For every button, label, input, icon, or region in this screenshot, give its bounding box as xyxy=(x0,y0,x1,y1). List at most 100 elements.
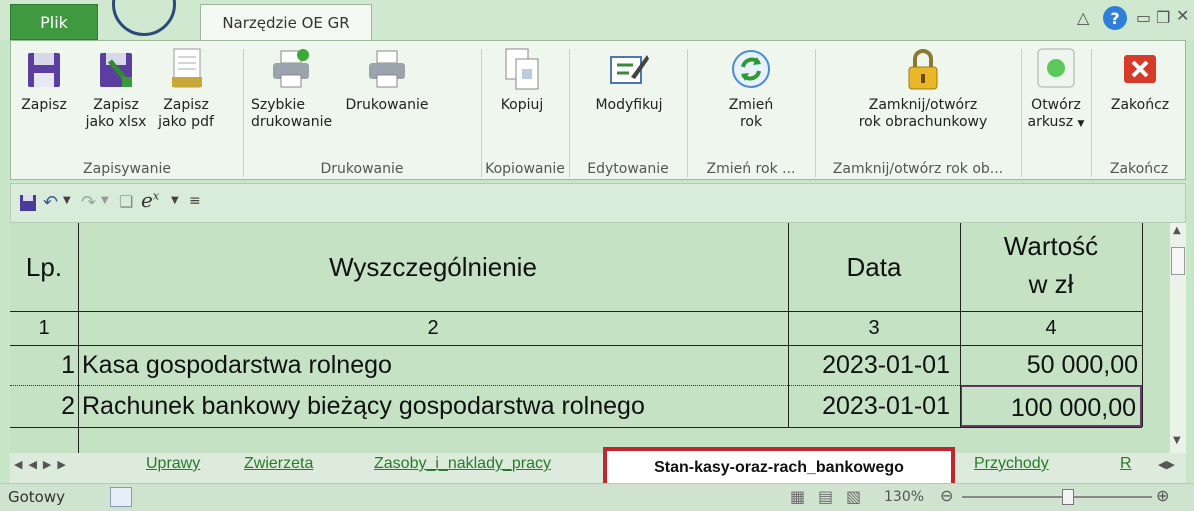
sheet-tab-uprawy[interactable]: Uprawy xyxy=(146,455,200,473)
ribbon-separator xyxy=(687,49,688,177)
copy-label: Kopiuj xyxy=(500,97,544,113)
open-sheet-button[interactable]: Otwórz arkusz ▼ xyxy=(1025,47,1087,133)
sheet-tab-przychody[interactable]: Przychody xyxy=(974,455,1049,473)
paste-format-icon[interactable]: ❏ xyxy=(119,192,133,211)
gridline xyxy=(10,345,1142,346)
refresh-icon xyxy=(731,47,771,91)
quick-print-icon xyxy=(271,47,311,91)
normal-view-icon[interactable]: ▦ xyxy=(790,487,805,506)
row2-description[interactable]: Rachunek bankowy bieżący gospodarstwa ro… xyxy=(78,385,788,427)
save-button[interactable]: Zapisz xyxy=(15,47,73,114)
header-date[interactable]: Data xyxy=(788,223,960,311)
worksheet-area[interactable]: Lp. Wyszczególnienie Data Wartość w zł 1… xyxy=(10,223,1170,453)
tab-scroll-icon[interactable]: ◀▶ xyxy=(1158,458,1175,471)
print-label: Drukowanie xyxy=(345,97,429,113)
vertical-scrollbar[interactable]: ▲ ▼ xyxy=(1170,223,1186,453)
sheet-tab-stan-kasy-label: Stan-kasy-oraz-rach_bankowego xyxy=(654,459,904,476)
zoom-level[interactable]: 130% xyxy=(884,489,924,505)
close-open-year-label: Zamknij/otwórz rok obrachunkowy xyxy=(858,97,988,130)
group-label-edytowanie: Edytowanie xyxy=(587,161,669,177)
group-label-zakoncz: Zakończ xyxy=(1109,161,1169,177)
dropdown-arrow-icon[interactable]: ▼ xyxy=(1078,119,1085,129)
edit-icon xyxy=(609,47,649,91)
header-lp[interactable]: Lp. xyxy=(10,223,78,311)
save-icon xyxy=(24,47,64,91)
colnum-3[interactable]: 3 xyxy=(788,311,960,345)
quick-print-button[interactable]: Szybkie drukowanie xyxy=(251,47,333,131)
sheet-tab-r[interactable]: R xyxy=(1120,455,1132,473)
save-pdf-button[interactable]: Zapisz jako pdf xyxy=(153,47,219,131)
gridline xyxy=(1142,223,1143,427)
row2-date[interactable]: 2023-01-01 xyxy=(788,385,960,427)
page-break-icon[interactable]: ▧ xyxy=(846,487,861,506)
scroll-down-icon[interactable]: ▼ xyxy=(1173,435,1181,446)
gridline xyxy=(788,223,789,427)
lock-icon xyxy=(903,47,943,91)
customize-qat-icon[interactable]: ≡ xyxy=(189,193,201,209)
ribbon-separator xyxy=(243,49,244,177)
gridline xyxy=(10,385,1142,386)
copy-button[interactable]: Kopiuj xyxy=(489,47,555,114)
save-pdf-label: Zapisz jako pdf xyxy=(158,97,214,130)
row1-description[interactable]: Kasa gospodarstwa rolnego xyxy=(78,345,788,385)
excel-window: Plik Narzędzie OE GR △ ? ▭ ❐ ✕ Zapisz Za… xyxy=(0,0,1194,511)
sheet-tab-zasoby[interactable]: Zasoby_i_naklady_pracy xyxy=(374,455,551,473)
zoom-in-icon[interactable]: ⊕ xyxy=(1156,486,1169,505)
zoom-slider-thumb[interactable] xyxy=(1062,489,1074,505)
ribbon-tab-row: Plik Narzędzie OE GR △ ? ▭ ❐ ✕ xyxy=(0,0,1194,41)
quick-access-toolbar: ↶ ▼ ↷ ▼ ❏ ex ▼ ≡ xyxy=(10,183,1186,223)
annotation-circle xyxy=(112,0,176,36)
row1-lp[interactable]: 1 xyxy=(10,345,78,385)
copy-icon xyxy=(502,47,542,91)
ribbon-separator xyxy=(481,49,482,177)
formula-dropdown-icon[interactable]: ▼ xyxy=(171,195,179,206)
close-red-icon xyxy=(1120,47,1160,91)
change-year-button[interactable]: Zmień rok xyxy=(701,47,801,131)
save-xlsx-button[interactable]: Zapisz jako xlsx xyxy=(83,47,149,131)
quick-print-label: Szybkie drukowanie xyxy=(251,97,333,130)
tab-file[interactable]: Plik xyxy=(10,4,98,40)
save-xlsx-icon xyxy=(96,47,136,91)
undo-icon[interactable]: ↶ xyxy=(43,192,58,213)
ribbon-minimize-icon[interactable]: △ xyxy=(1077,8,1089,27)
close-open-year-button[interactable]: Zamknij/otwórz rok obrachunkowy xyxy=(829,47,1017,131)
redo-icon: ↷ xyxy=(81,192,97,213)
print-button[interactable]: Drukowanie xyxy=(339,47,435,114)
page-layout-icon[interactable]: ▤ xyxy=(818,487,833,506)
window-minimize-icon[interactable]: ▭ xyxy=(1136,8,1151,27)
save-pdf-icon xyxy=(166,47,206,91)
qat-save-icon[interactable] xyxy=(19,194,37,212)
row1-value[interactable]: 50 000,00 xyxy=(960,345,1142,385)
colnum-1[interactable]: 1 xyxy=(10,311,78,345)
undo-dropdown-icon[interactable]: ▼ xyxy=(63,195,71,206)
macro-record-icon[interactable] xyxy=(110,487,132,507)
zoom-slider[interactable] xyxy=(962,496,1152,498)
save-button-label: Zapisz xyxy=(21,97,67,113)
sheet-nav-icon[interactable]: ◀◀▶▶ xyxy=(14,458,72,471)
row2-value-selected[interactable]: 100 000,00 xyxy=(960,385,1142,427)
colnum-2[interactable]: 2 xyxy=(78,311,788,345)
formula-icon[interactable]: ex xyxy=(141,188,159,212)
zoom-out-icon[interactable]: ⊖ xyxy=(940,486,953,505)
tab-narzedzie-oe[interactable]: Narzędzie OE GR xyxy=(200,4,372,41)
window-restore-icon[interactable]: ❐ xyxy=(1156,8,1170,27)
exit-button[interactable]: Zakończ xyxy=(1101,47,1179,114)
help-icon[interactable]: ? xyxy=(1103,6,1127,30)
open-sheet-label: Otwórz arkusz ▼ xyxy=(1027,97,1085,130)
gridline xyxy=(78,223,79,453)
scroll-up-icon[interactable]: ▲ xyxy=(1173,225,1181,236)
group-label-zapisywanie: Zapisywanie xyxy=(83,161,171,177)
status-bar: Gotowy ▦ ▤ ▧ 130% ⊖ ⊕ xyxy=(0,483,1194,511)
colnum-4[interactable]: 4 xyxy=(960,311,1142,345)
row1-date[interactable]: 2023-01-01 xyxy=(788,345,960,385)
header-value-line1: Wartość xyxy=(1003,231,1099,261)
header-value[interactable]: Wartość w zł xyxy=(960,223,1142,311)
window-close-icon[interactable]: ✕ xyxy=(1176,6,1189,25)
scroll-thumb[interactable] xyxy=(1171,247,1185,275)
sheet-tab-zwierzeta[interactable]: Zwierzeta xyxy=(244,455,313,473)
edit-button[interactable]: Modyfikuj xyxy=(581,47,677,114)
row2-lp[interactable]: 2 xyxy=(10,385,78,427)
header-description[interactable]: Wyszczególnienie xyxy=(78,223,788,311)
gridline xyxy=(10,311,1142,312)
edit-label: Modyfikuj xyxy=(595,97,663,113)
